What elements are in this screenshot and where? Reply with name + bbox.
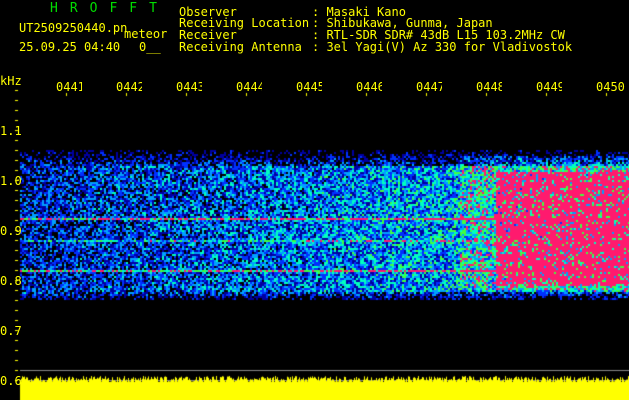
y-label: 0.7 (0, 324, 22, 338)
time-label: 0449 (536, 80, 562, 94)
time-label: 0450 (596, 80, 625, 94)
spectrogram (0, 0, 629, 400)
datetime: 25.09.25 04:40 (19, 40, 121, 54)
filename: UT2509250440.pn (19, 21, 128, 35)
y-label: 0.9 (0, 224, 22, 238)
count: 0__ (139, 40, 161, 54)
y-label: 0.8 (0, 274, 22, 288)
y-label: 1.1 (0, 124, 22, 138)
time-label: 0444 (236, 80, 262, 94)
time-label: 0448 (476, 80, 502, 94)
time-label: 0447 (416, 80, 442, 94)
time-label: 0442 (116, 80, 142, 94)
y-unit: kHz (0, 74, 22, 88)
antenna-label: Receiving Antenna (179, 40, 302, 54)
mode-label: meteor (124, 27, 168, 41)
time-label: 0445 (296, 80, 322, 94)
y-label: 0.6 (0, 374, 22, 388)
time-label: 0441 (56, 80, 82, 94)
app-title: HROFFT (50, 1, 169, 16)
antenna-value: : 3el Yagi(V) Az 330 for Vladivostok (312, 40, 573, 54)
time-label: 0443 (176, 80, 202, 94)
y-label: 1.0 (0, 174, 22, 188)
time-label: 0446 (356, 80, 382, 94)
